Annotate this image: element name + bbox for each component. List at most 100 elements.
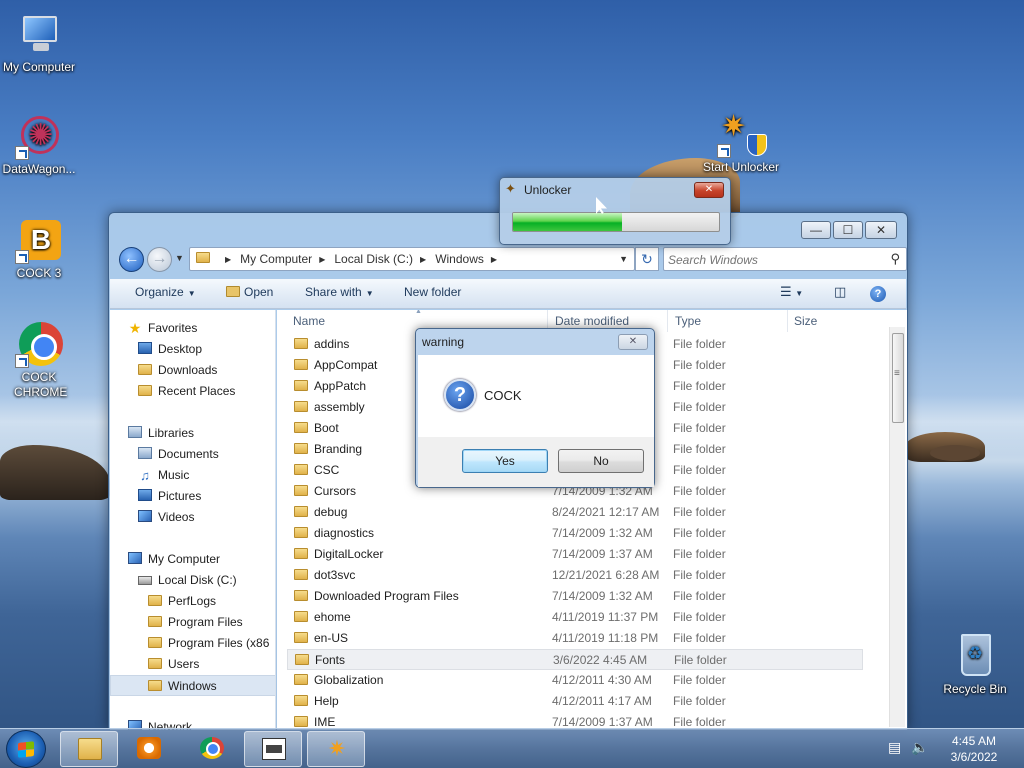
folder-icon xyxy=(148,680,162,691)
close-button[interactable]: ✕ xyxy=(865,221,897,239)
file-row[interactable]: diagnostics 7/14/2009 1:32 AM File folder xyxy=(287,523,863,544)
vertical-scrollbar[interactable] xyxy=(889,327,905,727)
nav-label: Desktop xyxy=(158,342,203,356)
search-icon[interactable]: ⚲ xyxy=(890,251,900,267)
clock[interactable]: 4:45 AM 3/6/2022 xyxy=(944,733,1004,765)
nav-program-files-x86[interactable]: Program Files (x86 xyxy=(110,633,275,654)
file-row[interactable]: Globalization 4/12/2011 4:30 AM File folde… xyxy=(287,670,863,691)
dialog-message: COCK xyxy=(484,388,522,403)
file-row[interactable]: en-US 4/11/2019 11:18 PM File folder xyxy=(287,628,863,649)
nav-windows[interactable]: Windows xyxy=(110,675,275,696)
file-type: File folder xyxy=(673,547,726,561)
minimize-button[interactable]: — xyxy=(801,221,831,239)
column-header-type[interactable]: Type xyxy=(675,310,701,332)
clock-date: 3/6/2022 xyxy=(950,750,998,764)
desktop-icon-my-computer[interactable]: My Computer xyxy=(0,10,81,75)
nav-label: Pictures xyxy=(158,489,202,503)
desktop-icon-cock-chrome[interactable]: COCK CHROME xyxy=(0,320,81,400)
dialog-close-button[interactable]: ✕ xyxy=(618,334,648,350)
nav-videos[interactable]: Videos xyxy=(110,507,275,528)
new-folder-button[interactable]: New folder xyxy=(404,285,461,299)
desktop-icon-label: Start Unlocker xyxy=(702,160,780,174)
organize-menu[interactable]: Organize ▼ xyxy=(135,285,196,299)
file-date: 3/6/2022 4:45 AM xyxy=(553,653,648,667)
chevron-right-icon[interactable]: ▶ xyxy=(420,255,426,264)
open-button[interactable]: Open xyxy=(226,285,273,299)
folder-icon xyxy=(148,616,162,627)
desktop-icon-recycle-bin[interactable]: Recycle Bin xyxy=(933,632,1017,697)
libraries-icon xyxy=(128,426,142,438)
nav-label: Program Files (x86 xyxy=(168,636,270,650)
nav-program-files[interactable]: Program Files xyxy=(110,612,275,633)
nav-documents[interactable]: Documents xyxy=(110,444,275,465)
breadcrumb-windows[interactable]: Windows xyxy=(435,252,484,266)
file-date: 4/11/2019 11:37 PM xyxy=(552,610,659,624)
chevron-right-icon[interactable]: ▶ xyxy=(491,255,497,264)
start-button[interactable] xyxy=(6,730,46,768)
preview-pane-button[interactable]: ◫ xyxy=(834,284,846,300)
yes-button[interactable]: Yes xyxy=(462,449,548,473)
nav-desktop[interactable]: Desktop xyxy=(110,339,275,360)
desktop-icon-label: My Computer xyxy=(2,60,76,74)
nav-pictures[interactable]: Pictures xyxy=(110,486,275,507)
folder-icon xyxy=(294,632,308,643)
file-row[interactable]: dot3svc 12/21/2021 6:28 AM File folder xyxy=(287,565,863,586)
nav-perflogs[interactable]: PerfLogs xyxy=(110,591,275,612)
file-row[interactable]: debug 8/24/2021 12:17 AM File folder xyxy=(287,502,863,523)
nav-label: Program Files xyxy=(168,615,243,629)
nav-label: Users xyxy=(168,657,200,671)
nav-libraries[interactable]: Libraries xyxy=(110,423,275,444)
chevron-down-icon[interactable]: ▼ xyxy=(619,254,628,264)
no-button[interactable]: No xyxy=(558,449,644,473)
folder-icon xyxy=(294,695,308,706)
volume-icon[interactable]: 🔈 xyxy=(911,739,928,755)
taskbar-document-button[interactable] xyxy=(244,731,302,767)
file-name-text: addins xyxy=(314,337,350,351)
folder-icon xyxy=(294,674,308,685)
search-input[interactable] xyxy=(668,251,880,268)
taskbar-media-player-button[interactable] xyxy=(120,731,178,767)
unlocker-close-button[interactable]: ✕ xyxy=(694,182,724,198)
forward-button[interactable]: → xyxy=(147,247,172,272)
folder-icon xyxy=(148,637,162,648)
nav-local-disk[interactable]: Local Disk (C:) xyxy=(110,570,275,591)
nav-downloads[interactable]: Downloads xyxy=(110,360,275,381)
nav-my-computer[interactable]: My Computer xyxy=(110,549,275,570)
taskbar-explorer-button[interactable] xyxy=(60,731,118,767)
column-header-name[interactable]: Name xyxy=(293,310,325,332)
breadcrumb-local-disk[interactable]: Local Disk (C:) xyxy=(334,252,413,266)
file-row[interactable]: DigitalLocker 7/14/2009 1:37 AM File folde… xyxy=(287,544,863,565)
nav-users[interactable]: Users xyxy=(110,654,275,675)
desktop-icon-datawagon[interactable]: DataWagon... xyxy=(0,112,81,177)
file-name: DigitalLocker xyxy=(287,544,542,565)
address-bar[interactable]: ▶ My Computer ▶ Local Disk (C:) ▶ Window… xyxy=(189,247,635,271)
maximize-button[interactable]: ☐ xyxy=(833,221,863,239)
help-button[interactable]: ? xyxy=(870,286,886,302)
nav-favorites[interactable]: ★ Favorites xyxy=(110,318,275,339)
share-with-menu[interactable]: Share with ▼ xyxy=(305,285,374,299)
file-row[interactable]: Help 4/12/2011 4:17 AM File folder xyxy=(287,691,863,712)
recent-pages-dropdown[interactable]: ▼ xyxy=(175,253,184,263)
desktop-icon-cock3[interactable]: B COCK 3 xyxy=(0,216,81,281)
taskbar-chrome-button[interactable] xyxy=(183,731,241,767)
file-row[interactable]: Fonts 3/6/2022 4:45 AM File folder xyxy=(287,649,863,670)
preview-pane-icon: ◫ xyxy=(834,284,847,299)
column-header-size[interactable]: Size xyxy=(794,310,817,332)
search-box[interactable]: ⚲ xyxy=(663,247,907,271)
back-button[interactable]: ← xyxy=(119,247,144,272)
taskbar-unlocker-button[interactable]: ✷ xyxy=(307,731,365,767)
desktop-icon-start-unlocker[interactable]: ✷ Start Unlocker xyxy=(698,110,784,175)
view-options-button[interactable]: ☰ ▼ xyxy=(780,284,803,300)
network-icon[interactable]: ▤ xyxy=(888,739,901,755)
open-label: Open xyxy=(244,285,274,299)
file-name: dot3svc xyxy=(287,565,542,586)
file-row[interactable]: ehome 4/11/2019 11:37 PM File folder xyxy=(287,607,863,628)
breadcrumb-my-computer[interactable]: My Computer xyxy=(240,252,312,266)
file-row[interactable]: Downloaded Program Files 7/14/2009 1:32 A… xyxy=(287,586,863,607)
scrollbar-thumb[interactable] xyxy=(892,333,904,423)
nav-recent-places[interactable]: Recent Places xyxy=(110,381,275,402)
file-type: File folder xyxy=(673,442,726,456)
chevron-right-icon[interactable]: ▶ xyxy=(319,255,325,264)
refresh-button[interactable]: ↻ xyxy=(635,247,659,271)
nav-music[interactable]: ♫ Music xyxy=(110,465,275,486)
